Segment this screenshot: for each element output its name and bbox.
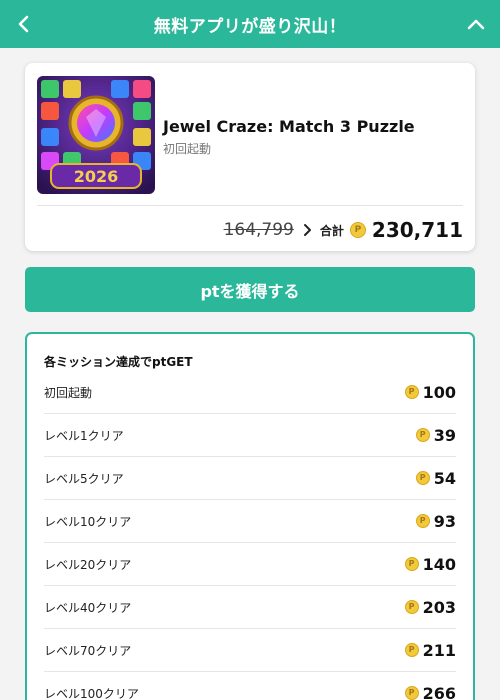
- total-label: 合計: [319, 223, 344, 238]
- mission-row: レベル70クリア P 211: [44, 629, 456, 672]
- app-card[interactable]: 2026 Jewel Craze: Match 3 Puzzle 初回起動 16…: [25, 63, 475, 251]
- coin-icon: P: [404, 557, 419, 571]
- old-points: 164,799: [223, 220, 294, 240]
- mission-label: レベル20クリア: [44, 557, 132, 572]
- page-title: 無料アプリが盛り沢山！: [153, 16, 347, 37]
- coin-icon: P: [415, 514, 430, 528]
- mission-row: レベル10クリア P 93: [44, 500, 456, 543]
- coin-icon: P: [415, 471, 430, 485]
- mission-list-box: 各ミッション達成でptGET 初回起動 P 100 レベル1クリア P 39 レベル5クリア…: [25, 332, 475, 700]
- mission-row: 初回起動 P 100: [44, 371, 456, 414]
- mission-row: レベル100クリア P 266: [44, 672, 456, 700]
- mission-points-value: 203: [422, 597, 456, 617]
- chevron-left-icon: [18, 15, 29, 33]
- mission-points-value: 140: [422, 554, 456, 574]
- mission-points-value: 54: [433, 468, 456, 488]
- mission-row: レベル5クリア P 54: [44, 457, 456, 500]
- mission-points: P 100: [404, 382, 456, 402]
- app-name: Jewel Craze: Match 3 Puzzle: [163, 117, 415, 136]
- mission-list: 初回起動 P 100 レベル1クリア P 39 レベル5クリア P 54 レベル10クリア P 93 レ…: [44, 371, 456, 700]
- icon-badge-text: 2026: [74, 167, 119, 186]
- mission-label: レベル100クリア: [44, 686, 139, 700]
- mission-label: レベル40クリア: [44, 600, 132, 615]
- total-points: 230,711: [371, 218, 463, 242]
- mission-points: P 203: [404, 597, 456, 617]
- chevron-right-icon: [303, 224, 311, 236]
- get-points-button[interactable]: ptを獲得する: [25, 267, 475, 312]
- coin-icon: P: [349, 222, 366, 238]
- mission-points-value: 93: [433, 511, 456, 531]
- mission-points: P 93: [415, 511, 456, 531]
- points-summary: 164,799 合計 P 230,711: [224, 215, 463, 245]
- top-bar: 無料アプリが盛り沢山！: [0, 0, 500, 48]
- coin-icon: P: [404, 600, 419, 614]
- mission-row: レベル40クリア P 203: [44, 586, 456, 629]
- mission-points: P 39: [415, 425, 456, 445]
- coin-icon: P: [404, 643, 419, 657]
- mission-points-value: 266: [422, 683, 456, 700]
- mission-label: レベル70クリア: [44, 643, 132, 658]
- mission-points: P 266: [404, 683, 456, 700]
- back-button[interactable]: [0, 0, 48, 48]
- mission-row: レベル1クリア P 39: [44, 414, 456, 457]
- mission-points-value: 39: [433, 425, 456, 445]
- mission-label: レベル10クリア: [44, 514, 132, 529]
- mission-points-value: 211: [422, 640, 456, 660]
- mission-label: レベル5クリア: [44, 471, 124, 486]
- collapse-button[interactable]: [452, 0, 500, 48]
- mission-label: レベル1クリア: [44, 428, 124, 443]
- mission-points-value: 100: [422, 382, 456, 402]
- app-icon: 2026: [37, 76, 155, 194]
- mission-row: レベル20クリア P 140: [44, 543, 456, 586]
- mission-points: P 140: [404, 554, 456, 574]
- mission-points: P 211: [404, 640, 456, 660]
- app-subtitle: 初回起動: [163, 142, 212, 156]
- divider: [37, 205, 463, 206]
- mission-list-title: 各ミッション達成でptGET: [44, 355, 193, 369]
- coin-icon: P: [404, 385, 419, 399]
- coin-icon: P: [415, 428, 430, 442]
- coin-icon: P: [404, 686, 419, 700]
- mission-label: 初回起動: [44, 385, 93, 400]
- mission-points: P 54: [415, 468, 456, 488]
- chevron-up-icon: [467, 19, 485, 30]
